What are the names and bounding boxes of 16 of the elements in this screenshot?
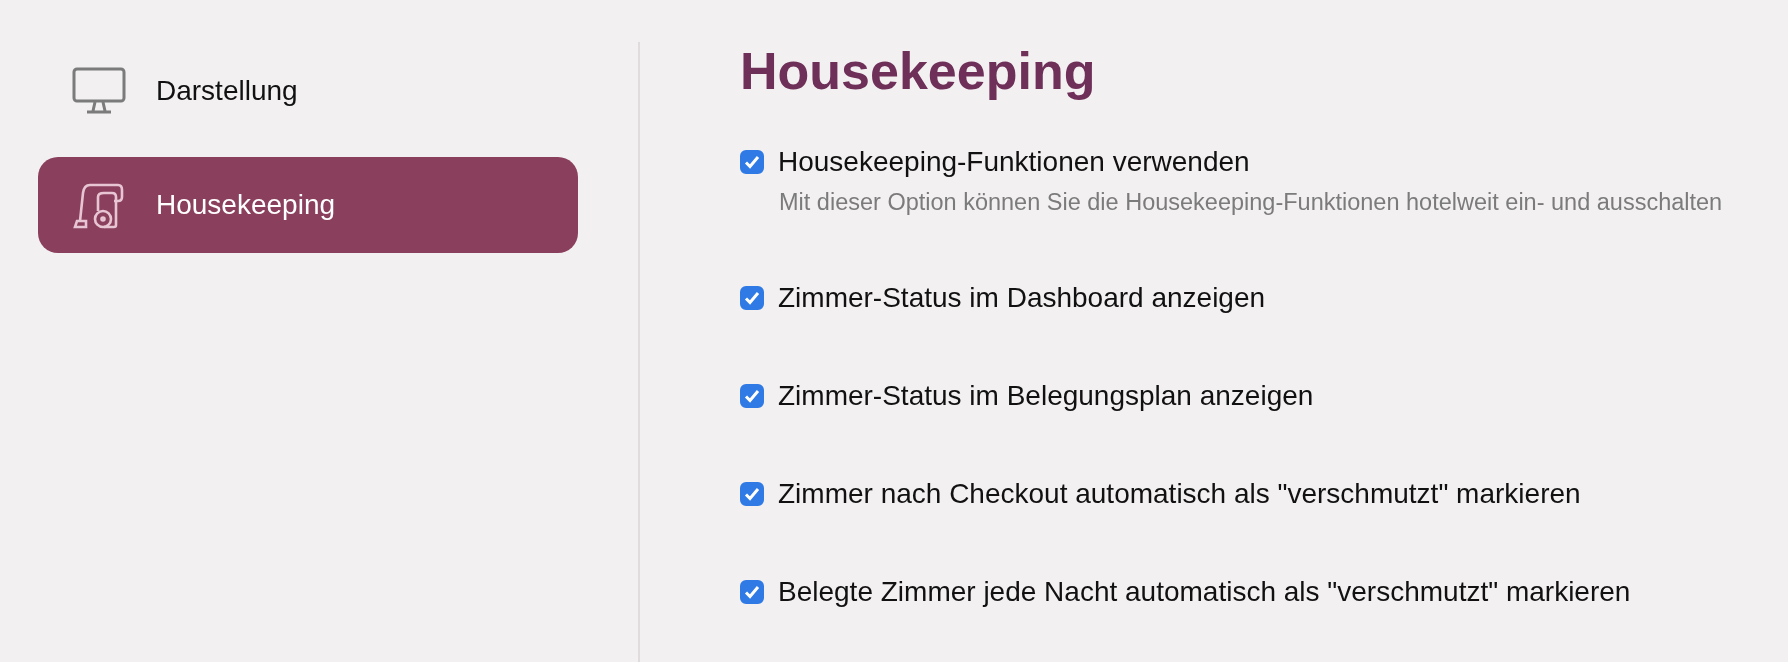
option-label: Belegte Zimmer jede Nacht automatisch als "verschmutzt" markieren [778,576,1631,608]
option-label: Housekeeping-Funktionen verwenden [778,146,1250,178]
option-description: Mit dieser Option können Sie die Housekeeping-Funktionen hotelweit ein- und ausschalten [779,188,1723,216]
checkbox[interactable] [740,580,764,604]
vacuum-icon [72,181,126,229]
checkbox[interactable] [740,286,764,310]
page-heading: Housekeeping [740,41,1097,101]
monitor-icon [72,67,126,115]
option-label: Zimmer nach Checkout automatisch als "verschmutzt" markieren [778,478,1581,510]
option-label: Zimmer-Status im Belegungsplan anzeigen [778,380,1314,412]
sidebar-item[interactable]: Darstellung [38,43,578,139]
checkbox[interactable] [740,384,764,408]
option-label: Zimmer-Status im Dashboard anzeigen [778,282,1266,314]
sidebar-item[interactable]: Housekeeping [38,157,578,253]
checkbox[interactable] [740,482,764,506]
checkbox[interactable] [740,150,764,174]
